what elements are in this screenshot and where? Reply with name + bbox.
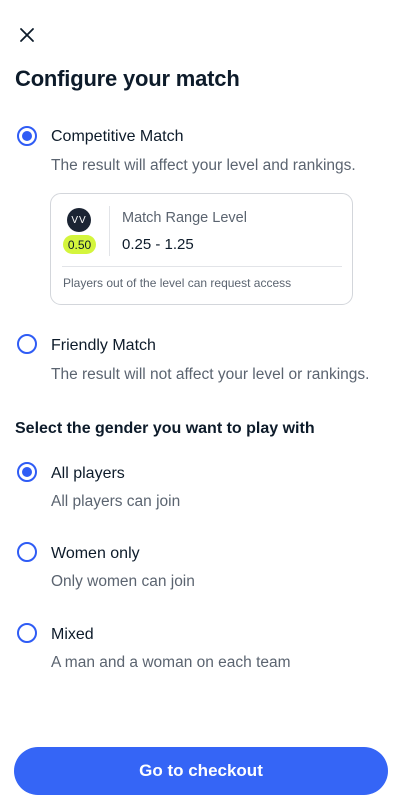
all-players-description: All players can join	[51, 493, 181, 510]
gender-section-title: Select the gender you want to play with	[15, 420, 315, 437]
range-access-note: Players out of the level can request acc…	[63, 276, 292, 290]
all-players-radio[interactable]	[17, 462, 37, 482]
card-horizontal-divider	[62, 266, 342, 267]
match-range-level-card: VV 0.50 Match Range Level 0.25 - 1.25 Pl…	[50, 193, 353, 305]
page-title: Configure your match	[15, 66, 240, 91]
women-only-radio[interactable]	[17, 542, 37, 562]
go-to-checkout-button[interactable]: Go to checkout	[14, 747, 388, 795]
range-level-value: 0.25 - 1.25	[122, 236, 194, 253]
competitive-match-description: The result will affect your level and ra…	[51, 157, 356, 174]
mixed-label[interactable]: Mixed	[51, 626, 94, 644]
women-only-description: Only women can join	[51, 573, 195, 590]
friendly-match-description: The result will not affect your level or…	[51, 366, 370, 383]
player-level-badge: 0.50	[63, 235, 96, 254]
close-icon	[20, 28, 34, 42]
competitive-match-radio[interactable]	[17, 126, 37, 146]
competitive-match-label[interactable]: Competitive Match	[51, 128, 184, 146]
mixed-description: A man and a woman on each team	[51, 654, 291, 671]
range-level-title: Match Range Level	[122, 210, 247, 226]
configure-match-screen: Configure your match Competitive Match T…	[0, 0, 401, 812]
all-players-label[interactable]: All players	[51, 465, 125, 483]
friendly-match-radio[interactable]	[17, 334, 37, 354]
card-vertical-divider	[109, 206, 110, 256]
friendly-match-label[interactable]: Friendly Match	[51, 337, 156, 355]
women-only-label[interactable]: Women only	[51, 545, 140, 563]
mixed-radio[interactable]	[17, 623, 37, 643]
close-button[interactable]	[14, 22, 40, 48]
avatar: VV	[67, 208, 91, 232]
